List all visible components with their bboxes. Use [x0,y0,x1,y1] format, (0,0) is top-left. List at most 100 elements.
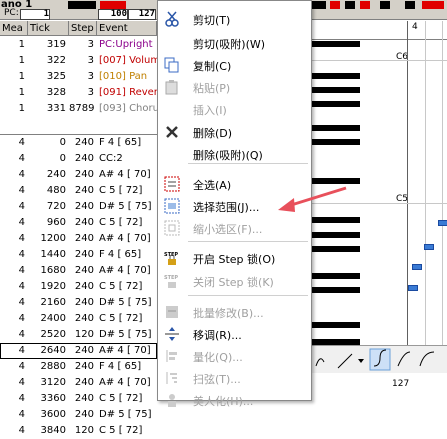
black-key [312,322,360,328]
meter-bar [405,1,415,9]
menu-item[interactable]: 删除(D) [158,121,311,143]
list-item[interactable]: 4 3120 240 A# 4 [ 70] [0,375,157,391]
cell-step: 3 [87,71,94,82]
list-item[interactable]: 4 0 240 CC:2 [0,151,157,167]
cell-tick: 1920 [40,281,66,292]
cell-tick: 0 [59,137,66,148]
col-header-mea[interactable]: Mea [0,21,28,36]
list-item[interactable]: 4 2160 240 D# 5 [ 75] [0,295,157,311]
event-list[interactable]: Mea Tick Step Event 1 319 3 PC:Upright 1 322 3… [0,21,158,436]
list-item[interactable]: 4 2520 120 D# 5 [ 75] [0,327,157,343]
menu-item[interactable]: 移调(R)... [158,323,311,345]
cell-event: C 5 [ 72] [99,281,143,292]
pc-value[interactable]: 1 [20,9,50,20]
cell-event: C 5 [ 72] [99,393,143,404]
cell-tick: 3120 [40,377,66,388]
cell-tick: 720 [46,201,66,212]
quantize-icon [164,348,180,364]
list-item[interactable]: 1 325 3 [010] Pan [0,69,157,85]
cell-mea: 4 [18,265,25,276]
list-item[interactable]: 4 2400 240 C 5 [ 72] [0,311,157,327]
list-item[interactable]: 1 331 8789 [093] Choru [0,101,157,117]
note-block[interactable] [438,220,447,226]
menu-item[interactable]: 删除(吸附)(Q) [158,143,311,165]
menu-separator [188,163,308,164]
col-header-step[interactable]: Step [69,21,97,36]
cell-tick: 2520 [40,329,66,340]
cell-step: 8789 [69,103,95,114]
copy-icon [164,57,180,73]
cell-tick: 0 [59,153,66,164]
cell-mea: 1 [18,39,25,50]
list-item[interactable]: 4 3360 240 C 5 [ 72] [0,391,157,407]
col-header-event[interactable]: Event [97,21,157,36]
cell-step: 120 [74,329,94,340]
cell-event: [091] Rever [99,87,157,98]
step-lock-on-icon: STEP [164,250,180,266]
list-item[interactable]: 4 3840 120 C 5 [ 72] [0,423,157,439]
list-item[interactable]: 1 322 3 [007] Volum [0,53,157,69]
svg-text:STEP: STEP [164,275,178,281]
cell-tick: 1200 [40,233,66,244]
list-item[interactable]: 4 960 240 C 5 [ 72] [0,215,157,231]
meter-value-1[interactable]: 100 [98,9,128,20]
cell-event: C 5 [ 72] [99,425,143,436]
menu-item[interactable]: 量化(Q)... [158,345,311,367]
menu-item[interactable]: 剪切(T) [158,8,311,30]
cell-step: 240 [74,281,94,292]
col-header-tick[interactable]: Tick [28,21,69,36]
cell-mea: 4 [18,297,25,308]
list-item[interactable]: 4 2880 240 F 4 [ 65] [0,359,157,375]
cell-tick: 322 [46,55,66,66]
cell-event: A# 4 [ 70] [99,265,151,276]
meter-value-2[interactable]: 127 [128,9,156,20]
cell-mea: 1 [18,55,25,66]
cell-mea: 4 [18,233,25,244]
menu-item-label: 选择范围(J)... [193,201,260,214]
menu-item[interactable]: 插入(I) [158,98,311,120]
cell-event: CC:2 [99,153,123,164]
curve-tools-icon[interactable] [312,346,447,373]
menu-item[interactable]: 复制(C) [158,54,311,76]
cell-event: A# 4 [ 70] [99,345,151,356]
cell-step: 240 [74,233,94,244]
cell-step: 3 [87,87,94,98]
cell-mea: 4 [18,409,25,420]
menu-item[interactable]: 缩小选区(F)... [158,217,311,239]
menu-item[interactable]: 粘贴(P) [158,76,311,98]
note-block[interactable] [408,285,418,291]
cell-mea: 1 [18,87,25,98]
menu-item[interactable]: 剪切(吸附)(W) [158,32,311,54]
menu-item-label: 剪切(T) [193,14,231,27]
list-item[interactable]: 4 1200 240 A# 4 [ 70] [0,231,157,247]
meter-bar [312,1,326,9]
list-item[interactable]: 4 240 240 A# 4 [ 70] [0,167,157,183]
list-item[interactable]: 4 1440 240 F 4 [ 65] [0,247,157,263]
cell-event: D# 5 [ 75] [99,297,152,308]
cell-tick: 331 [46,103,66,114]
cell-mea: 4 [18,249,25,260]
menu-item[interactable]: STEP 开启 Step 锁(O) [158,247,311,269]
cell-step: 3 [87,39,94,50]
menu-item[interactable]: STEP 关闭 Step 锁(K) [158,270,311,292]
menu-item[interactable]: 美人化(H)... [158,389,311,411]
menu-item[interactable]: 扫弦(T)... [158,367,311,389]
cell-step: 240 [74,265,94,276]
list-item[interactable]: 4 1680 240 A# 4 [ 70] [0,263,157,279]
batch-edit-icon [164,304,180,320]
menu-item[interactable]: 批量修改(B)... [158,301,311,323]
list-item[interactable]: 4 0 240 F 4 [ 65] [0,135,157,151]
list-item[interactable]: 1 319 3 PC:Upright [0,37,157,53]
cell-step: 240 [74,201,94,212]
list-item[interactable]: 4 2640 240 A# 4 [ 70] [0,343,157,359]
list-item[interactable]: 4 1920 240 C 5 [ 72] [0,279,157,295]
list-item[interactable]: 4 720 240 D# 5 [ 75] [0,199,157,215]
note-block[interactable] [412,264,422,270]
meter-bar [345,1,355,9]
cell-event: C 5 [ 72] [99,217,143,228]
black-key [312,287,360,293]
list-item[interactable]: 4 3600 240 D# 5 [ 75] [0,407,157,423]
note-block[interactable] [424,244,434,250]
list-item[interactable]: 4 480 240 C 5 [ 72] [0,183,157,199]
list-item[interactable]: 1 328 3 [091] Rever [0,85,157,101]
